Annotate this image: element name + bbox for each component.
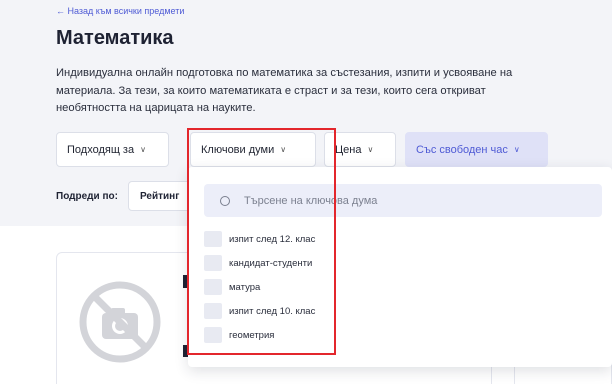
back-link[interactable]: ← Назад към всички предмети xyxy=(56,6,184,16)
keyword-label: изпит след 12. клас xyxy=(229,233,316,245)
filter-label: Подходящ за xyxy=(67,143,135,156)
keyword-search-placeholder: Търсене на ключова дума xyxy=(244,194,378,207)
page-title: Математика xyxy=(56,27,174,49)
keyword-checkbox[interactable] xyxy=(204,231,222,247)
chevron-down-icon: ∨ xyxy=(280,145,287,154)
keyword-checkbox[interactable] xyxy=(204,255,222,271)
filter-label: Със свободен час xyxy=(416,143,508,156)
keyword-label: изпит след 10. клас xyxy=(229,305,316,317)
keyword-label: геометрия xyxy=(229,329,275,341)
keyword-label: матура xyxy=(229,281,261,293)
keyword-option[interactable]: геометрия xyxy=(204,327,274,343)
filter-free-slot-button[interactable]: Със свободен час ∨ xyxy=(405,132,548,167)
chevron-down-icon: ∨ xyxy=(367,145,374,154)
filter-label: Ключови думи xyxy=(201,143,275,156)
keyword-checkbox[interactable] xyxy=(204,303,222,319)
filter-price-button[interactable]: Цена ∨ xyxy=(324,132,396,167)
keyword-label: кандидат-студенти xyxy=(229,257,313,269)
subject-description: Индивидуална онлайн подготовка по матема… xyxy=(56,67,513,114)
filter-suitable-for-button[interactable]: Подходящ за ∨ xyxy=(56,132,169,167)
search-icon xyxy=(220,195,230,206)
keyword-search-input[interactable]: Търсене на ключова дума xyxy=(204,184,602,217)
no-photo-icon xyxy=(79,281,161,363)
chevron-down-icon: ∨ xyxy=(140,145,146,154)
keyword-checkbox[interactable] xyxy=(204,279,222,295)
filter-keywords-button[interactable]: Ключови думи ∨ xyxy=(190,132,316,167)
chevron-down-icon: ∨ xyxy=(513,145,520,154)
keyword-option[interactable]: кандидат-студенти xyxy=(204,255,312,271)
sort-label: Подреди по: xyxy=(56,191,118,202)
keyword-checkbox[interactable] xyxy=(204,327,222,343)
keyword-option[interactable]: изпит след 10. клас xyxy=(204,303,315,319)
filter-label: Цена xyxy=(335,143,362,156)
keyword-option[interactable]: матура xyxy=(204,279,260,295)
keyword-option[interactable]: изпит след 12. клас xyxy=(204,231,315,247)
